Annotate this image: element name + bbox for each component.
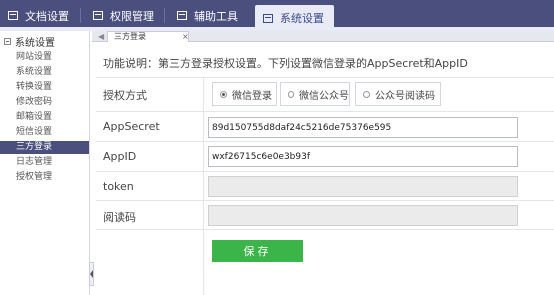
form-row-actions [96, 229, 554, 295]
nav-tab-tools[interactable]: 辅助工具 [177, 4, 238, 27]
sidebar-item-email-settings[interactable]: 邮箱设置 [0, 111, 89, 124]
radio-selected-icon [220, 90, 227, 98]
sidebar-item-third-party-login[interactable]: 三方登录 [0, 141, 89, 154]
column-divider [203, 112, 204, 142]
user-icon [93, 11, 103, 20]
radio-label: 微信公众号 [299, 90, 349, 102]
page-tab-strip: ◀ 三方登录 × [92, 31, 554, 42]
form-row-read-code: 阅读码 [96, 200, 554, 230]
column-divider [203, 230, 204, 295]
close-icon[interactable]: × [182, 32, 189, 41]
nav-tab-permissions[interactable]: 权限管理 [93, 4, 154, 27]
sidebar-item-system-settings[interactable]: 系统设置 [0, 66, 89, 79]
sidebar-item-change-password[interactable]: 修改密码 [0, 96, 89, 109]
radio-official-account-read-code[interactable]: 公众号阅读码 [355, 82, 441, 106]
nav-divider [80, 8, 81, 23]
nav-tab-label: 系统设置 [280, 12, 324, 25]
sidebar-collapse-handle[interactable] [89, 262, 94, 286]
page-tab-third-party-login[interactable]: 三方登录 [107, 31, 189, 42]
app-id-input[interactable] [208, 146, 518, 167]
radio-unselected-icon [363, 90, 370, 98]
sidebar-item-license-management[interactable]: 授权管理 [0, 171, 89, 184]
read-code-input[interactable] [208, 205, 518, 226]
collapse-toggle-icon[interactable] [4, 38, 11, 45]
function-description: 功能说明：第三方登录授权设置。下列设置微信登录的AppSecret和AppID [103, 57, 468, 70]
form-row-app-id: AppID [96, 141, 554, 172]
nav-tab-doc-settings[interactable]: 文档设置 [8, 4, 69, 27]
token-input[interactable] [208, 176, 518, 197]
radio-wechat-login[interactable]: 微信登录 [212, 82, 277, 106]
tools-icon [177, 11, 187, 20]
document-icon [8, 11, 18, 20]
nav-divider [164, 8, 165, 23]
top-nav-bar: 文档设置 权限管理 辅助工具 系统设置 [0, 0, 554, 31]
sidebar-item-sms-settings[interactable]: 短信设置 [0, 126, 89, 139]
form-row-auth-method: 授权方式 微信登录 微信公众号 公众号阅读码 [96, 77, 554, 112]
app-secret-input[interactable] [208, 117, 518, 138]
tab-scroll-left-icon[interactable]: ◀ [98, 31, 104, 42]
nav-tab-label: 文档设置 [25, 9, 69, 23]
radio-unselected-icon [288, 90, 294, 98]
column-divider [203, 172, 204, 201]
app-secret-label: AppSecret [103, 120, 160, 133]
sidebar: 系统设置 网站设置 系统设置 转换设置 修改密码 邮箱设置 短信设置 三方登录 … [0, 31, 90, 295]
read-code-label: 阅读码 [103, 211, 136, 224]
radio-label: 微信登录 [232, 90, 272, 102]
save-button[interactable]: 保存 [212, 240, 303, 262]
form-row-app-secret: AppSecret [96, 111, 554, 142]
radio-label: 公众号阅读码 [375, 90, 435, 102]
form-row-token: token [96, 171, 554, 201]
sidebar-section-title[interactable]: 系统设置 [4, 34, 55, 49]
page-tab-label: 三方登录 [114, 32, 146, 41]
nav-tab-label: 辅助工具 [194, 9, 238, 23]
settings-form: 功能说明：第三方登录授权设置。下列设置微信登录的AppSecret和AppID … [96, 44, 554, 295]
app-id-label: AppID [103, 150, 137, 163]
sidebar-section-label: 系统设置 [15, 38, 55, 49]
settings-icon [263, 13, 273, 23]
column-divider [203, 201, 204, 230]
auth-method-label: 授权方式 [103, 89, 147, 102]
token-label: token [103, 180, 134, 193]
column-divider [203, 142, 204, 172]
sidebar-item-site-settings[interactable]: 网站设置 [0, 51, 89, 64]
sidebar-item-conversion-settings[interactable]: 转换设置 [0, 81, 89, 94]
sidebar-item-log-management[interactable]: 日志管理 [0, 156, 89, 169]
nav-tab-label: 权限管理 [110, 9, 154, 23]
column-divider [203, 78, 204, 112]
radio-wechat-official-account[interactable]: 微信公众号 [280, 82, 350, 106]
